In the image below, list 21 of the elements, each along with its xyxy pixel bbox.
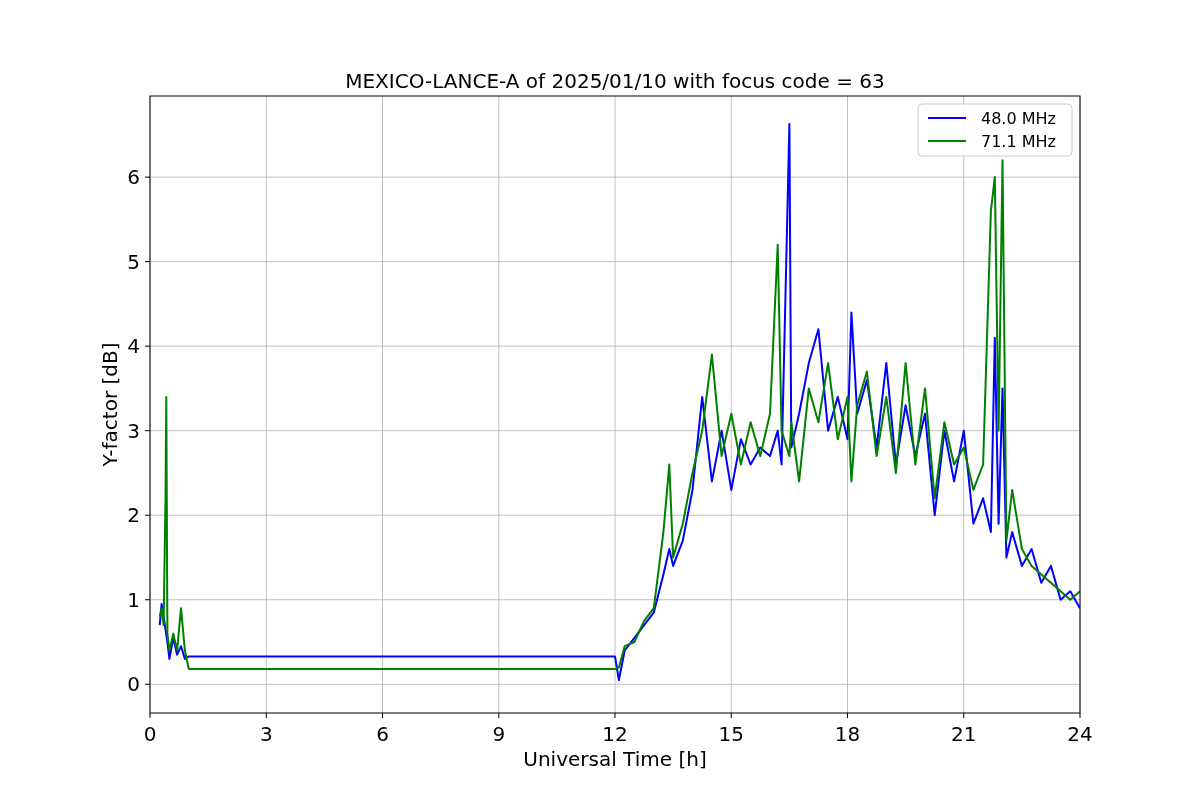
tick-label: 0 [127,672,140,697]
tick-label: 21 [951,722,977,746]
legend-label: 48.0 MHz [981,109,1056,128]
tick-label: 9 [492,722,506,746]
tick-label: 12 [602,722,628,746]
tick-label: 4 [127,334,140,359]
chart-title: MEXICO-LANCE-A of 2025/01/10 with focus code = 63 [345,69,885,93]
tick-label: 6 [127,165,140,190]
tick-label: 18 [834,722,861,746]
axis-label: Universal Time [h] [523,747,707,771]
tick-label: 0 [143,722,157,746]
tick-label: 3 [259,722,273,746]
tick-label: 3 [127,418,140,443]
tick-label: 24 [1067,722,1093,746]
tick-label: 5 [127,249,140,274]
legend-label: 71.1 MHz [981,132,1056,151]
tick-label: 2 [127,503,140,528]
axis-label: Y-factor [dB] [98,342,122,467]
tick-label: 15 [718,722,744,746]
tick-label: 6 [376,722,389,746]
tick-label: 1 [127,587,140,612]
